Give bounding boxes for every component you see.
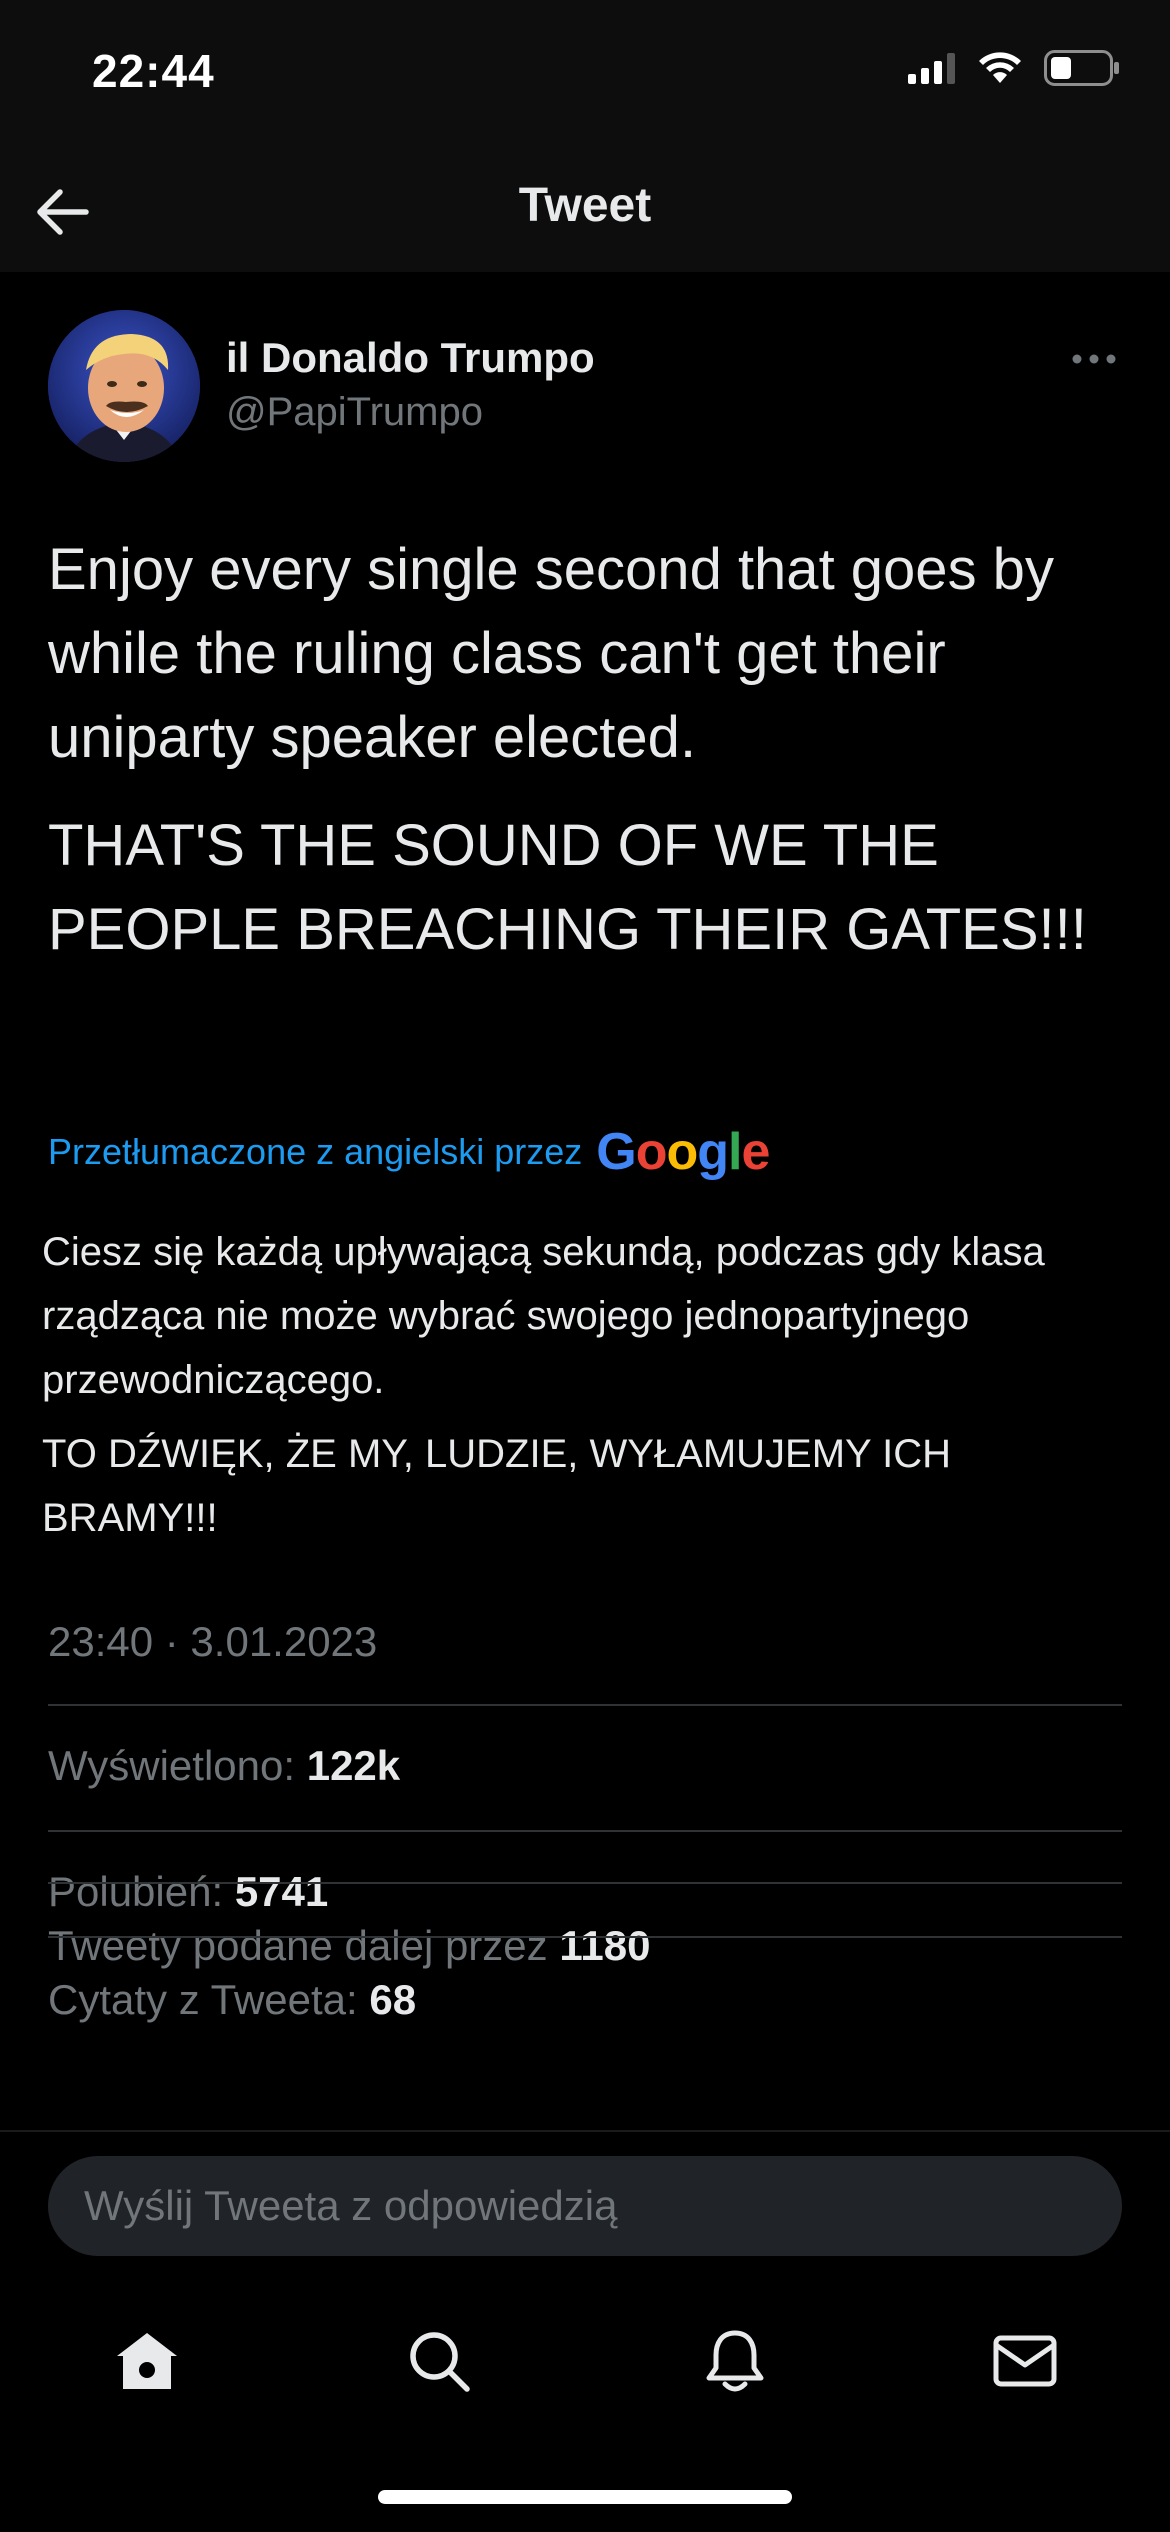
retweets-label: Tweety podane dalej przez (48, 1922, 548, 1969)
quotes-label: Cytaty z Tweeta: (48, 1976, 358, 2023)
translation-label: Przetłumaczone z angielski przez (48, 1131, 583, 1172)
likes-stat[interactable]: Polubień: 5741 (48, 1868, 328, 1916)
status-time: 22:44 (92, 45, 215, 97)
tab-messages[interactable] (980, 2316, 1070, 2406)
likes-label: Polubień: (48, 1868, 224, 1915)
divider (0, 2130, 1170, 2132)
google-logo: Google (596, 1123, 770, 1181)
translation-attribution[interactable]: Przetłumaczone z angielski przez Google (48, 1122, 770, 1182)
header-bar: Tweet (0, 150, 1170, 272)
tweet-paragraph: THAT'S THE SOUND OF WE THE PEOPLE BREACH… (48, 813, 1087, 962)
translated-text: Ciesz się każdą upływającą sekundą, podc… (42, 1220, 1132, 1560)
author-handle[interactable]: @PapiTrumpo (226, 390, 483, 435)
tweet-author: il Donaldo Trumpo @PapiTrumpo (48, 308, 1122, 468)
tweet-text: Enjoy every single second that goes by w… (48, 528, 1128, 996)
views-count: 122k (306, 1742, 401, 1789)
home-icon (117, 2333, 177, 2389)
divider (48, 1830, 1122, 1832)
views-stat[interactable]: Wyświetlono: 122k (48, 1742, 400, 1790)
page-title: Tweet (518, 179, 652, 232)
divider (48, 1936, 1122, 1938)
tweet-timestamp: 23:40 · 3.01.2023 (48, 1618, 378, 1665)
status-icons (908, 50, 1120, 91)
cellular-signal-icon (908, 52, 956, 89)
retweets-stat[interactable]: Tweety podane dalej przez 1180 (48, 1922, 650, 1970)
mail-icon (993, 2335, 1057, 2387)
divider (48, 1882, 1122, 1884)
translated-paragraph: TO DŹWIĘK, ŻE MY, LUDZIE, WYŁAMUJEMY ICH… (42, 1432, 952, 1540)
battery-icon (1044, 50, 1120, 91)
retweets-count: 1180 (559, 1922, 651, 1969)
tab-home[interactable] (102, 2316, 192, 2406)
more-horizontal-icon (1072, 354, 1116, 364)
translated-paragraph: Ciesz się każdą upływającą sekundą, podc… (42, 1230, 1045, 1402)
author-display-name[interactable]: il Donaldo Trumpo (226, 334, 595, 382)
divider (48, 1704, 1122, 1706)
tweet-paragraph: Enjoy every single second that goes by w… (48, 537, 1054, 770)
quotes-count: 68 (369, 1976, 417, 2023)
more-options-button[interactable] (1066, 344, 1122, 374)
quotes-stat[interactable]: Cytaty z Tweeta: 68 (48, 1976, 416, 2024)
tab-search[interactable] (394, 2316, 484, 2406)
wifi-icon (978, 51, 1022, 90)
bell-icon (706, 2330, 764, 2392)
status-bar: 22:44 (0, 0, 1170, 150)
search-icon (410, 2332, 470, 2392)
bottom-tab-bar (0, 2300, 1170, 2420)
tab-notifications[interactable] (690, 2316, 780, 2406)
reply-input[interactable] (48, 2156, 1122, 2256)
views-label: Wyświetlono: (48, 1742, 296, 1789)
avatar[interactable] (48, 310, 200, 462)
home-indicator[interactable] (378, 2490, 792, 2504)
likes-count: 5741 (234, 1868, 329, 1915)
